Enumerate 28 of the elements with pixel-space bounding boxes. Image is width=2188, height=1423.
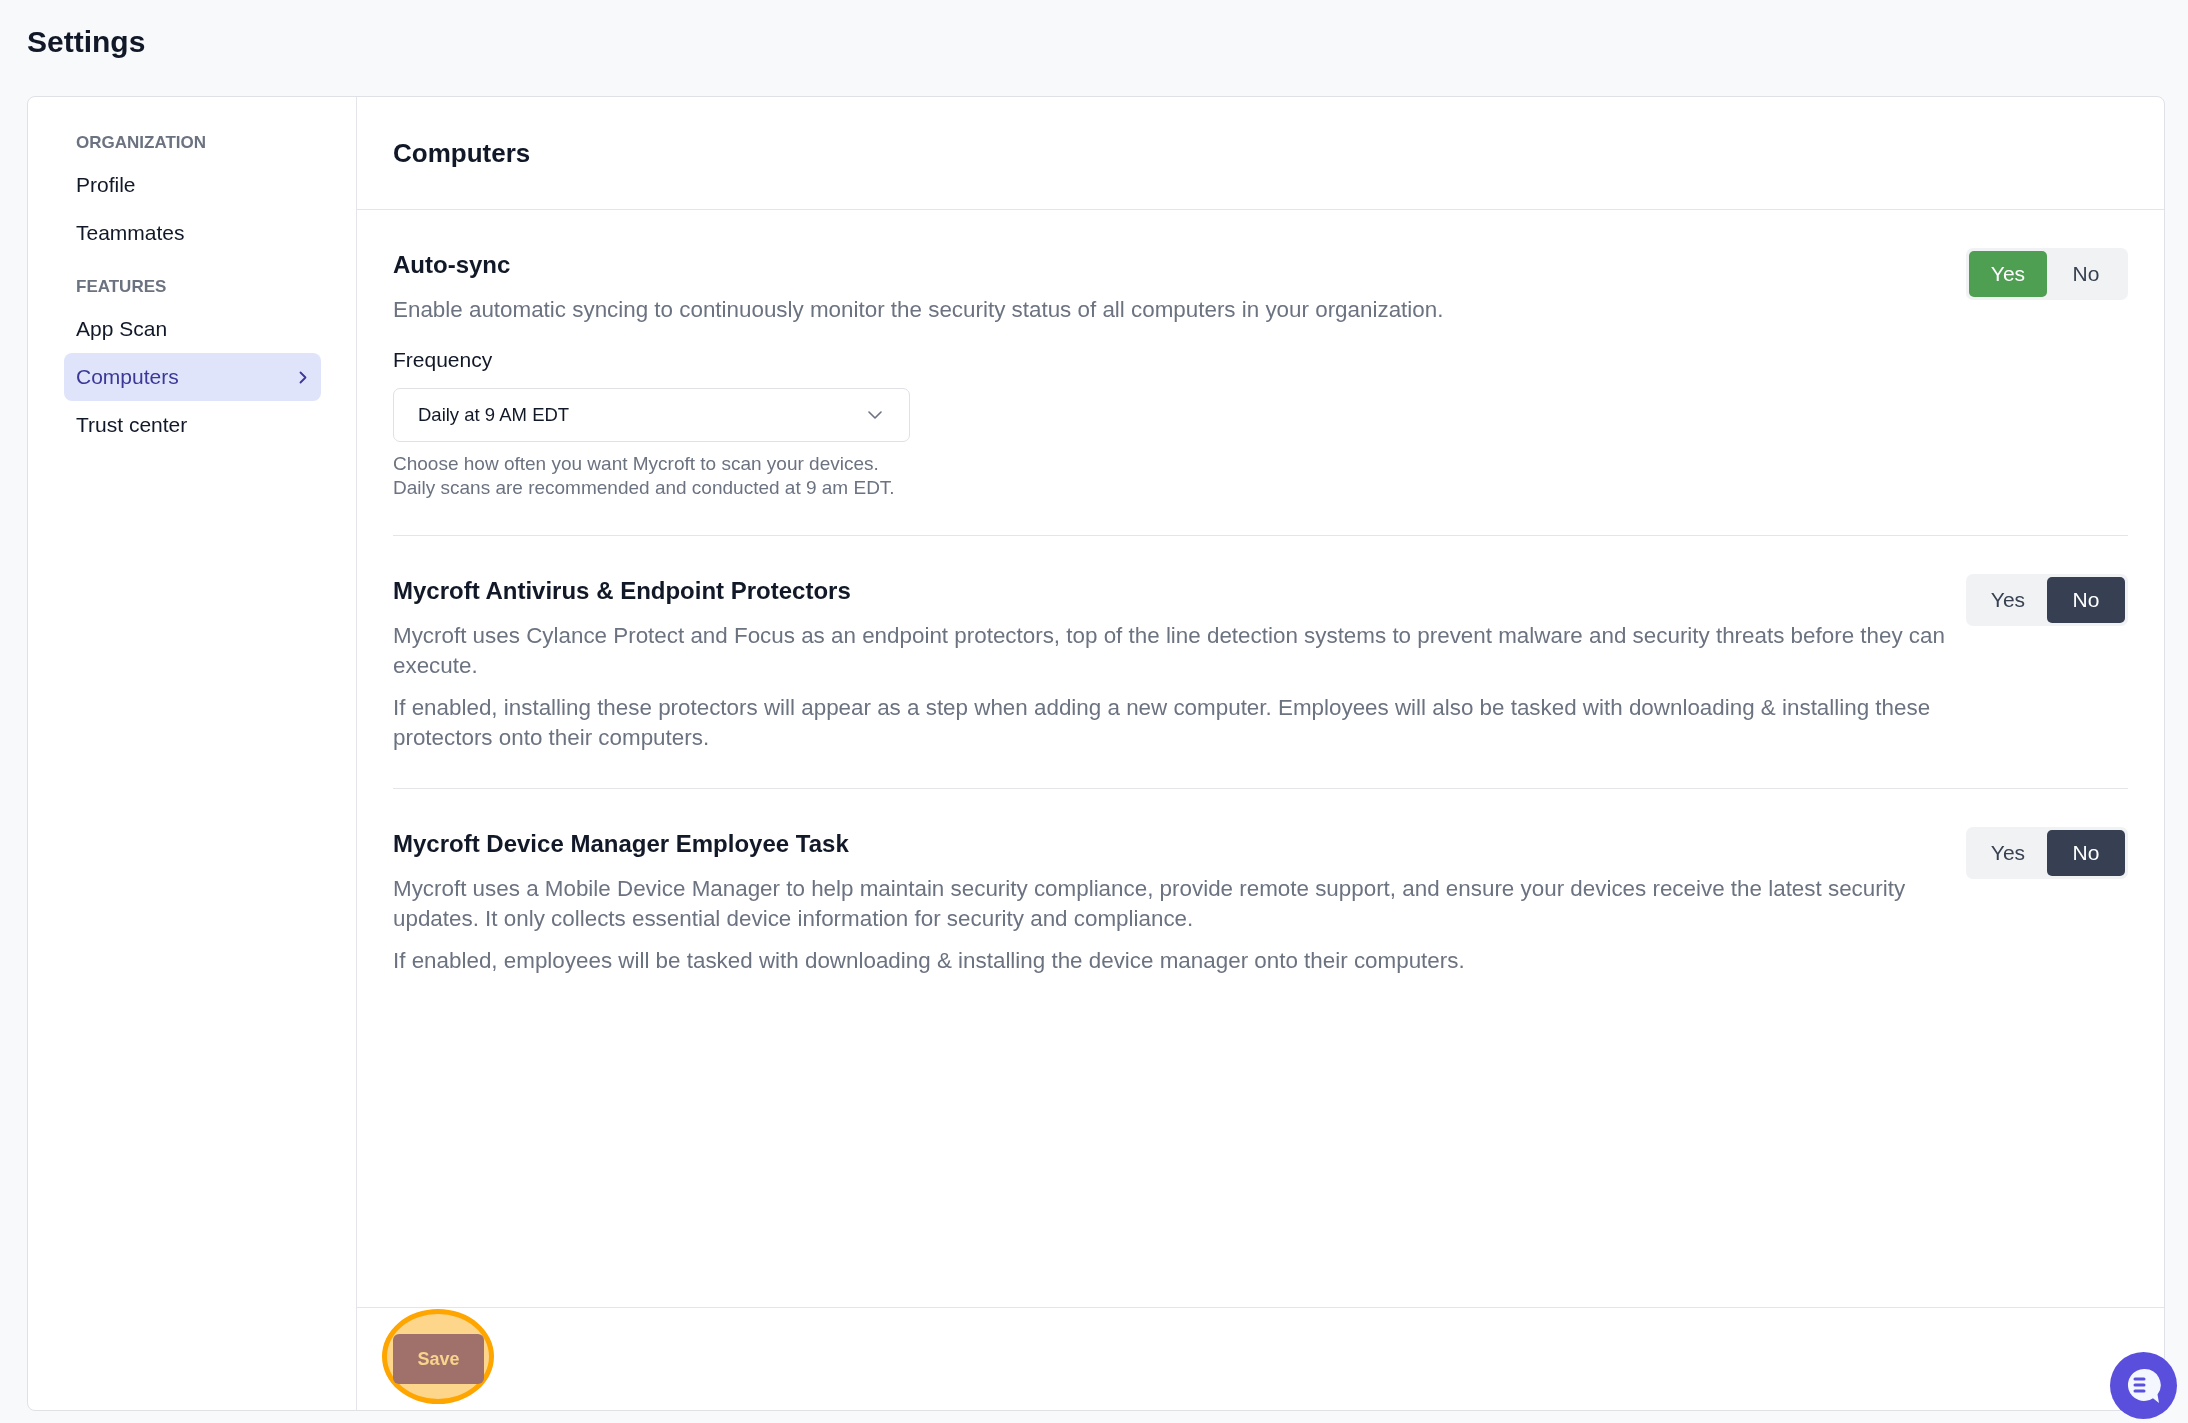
sidebar-item[interactable]: Trust center <box>64 401 321 449</box>
frequency-select[interactable]: Daily at 9 AM EDT <box>393 388 910 442</box>
toggle-option[interactable]: Yes <box>1969 577 2047 623</box>
toggle-option[interactable]: No <box>2047 251 2125 297</box>
setting-description: Enable automatic syncing to continuously monitor the security status of all computers in your organization. <box>393 296 1445 324</box>
setting-description: If enabled, installing these protectors will appear as a step when adding a new computer. Employees will also be tasked with downloading & installing these protectors onto their computers. <box>393 694 1932 752</box>
sidebar-item[interactable]: Profile <box>64 161 321 209</box>
sidebar-heading: ORGANIZATION <box>75 132 206 154</box>
page-heading: Computers <box>393 137 531 170</box>
page-title: Settings <box>27 24 146 60</box>
sidebar-item[interactable]: Computers <box>64 353 321 401</box>
sidebar-item[interactable]: App Scan <box>64 305 321 353</box>
field-label: Frequency <box>393 347 494 373</box>
toggle-option[interactable]: Yes <box>1969 830 2047 876</box>
sidebar-heading: FEATURES <box>75 276 167 298</box>
setting-description: Mycroft uses a Mobile Device Manager to help maintain security compliance, provide remote support, and ensure your devices receive the latest security updates. It only collects essential device information for security and compliance. <box>393 875 1907 933</box>
help-text: Choose how often you want Mycroft to scan your devices. Daily scans are recommended and conducted at 9 am EDT. <box>393 452 896 500</box>
setting-title: Mycroft Device Manager Employee Task <box>393 829 850 859</box>
toggle-option[interactable]: No <box>2047 830 2125 876</box>
setting-description: If enabled, employees will be tasked with downloading & installing the device manager onto their computers. <box>393 947 1466 975</box>
setting-title: Auto-sync <box>393 250 512 280</box>
chevron-right-icon <box>299 370 307 384</box>
toggle-option[interactable]: No <box>2047 577 2125 623</box>
setting-description: Mycroft uses Cylance Protect and Focus as an endpoint protectors, top of the line detection systems to prevent malware and security threats before they can execute. <box>393 622 1946 680</box>
sidebar-item[interactable]: Teammates <box>64 209 321 257</box>
setting-title: Mycroft Antivirus & Endpoint Protectors <box>393 576 852 606</box>
chevron-down-icon <box>868 411 882 419</box>
chat-bubble-icon <box>2125 1367 2162 1404</box>
